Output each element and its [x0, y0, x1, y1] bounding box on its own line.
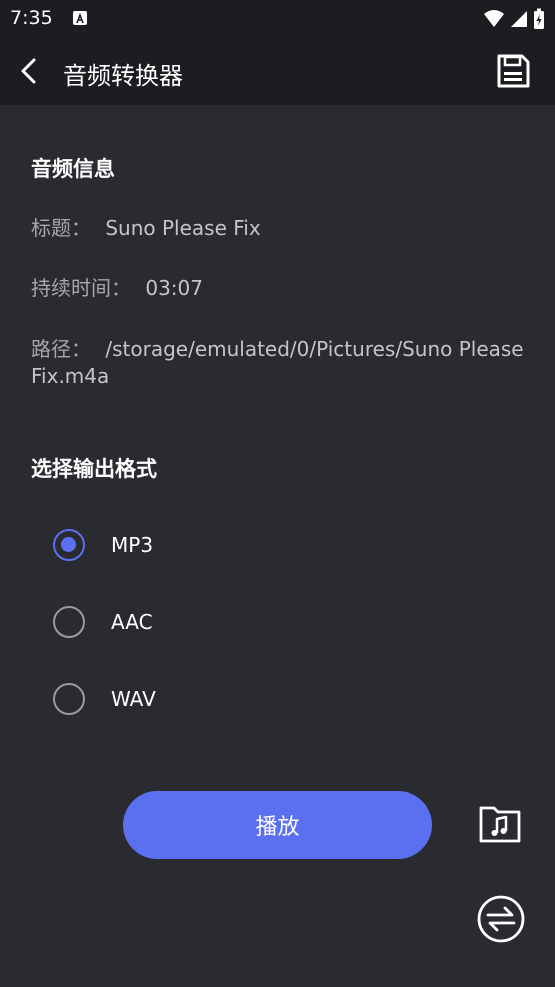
- format-label-aac: AAC: [111, 610, 153, 634]
- page-title: 音频转换器: [63, 62, 183, 90]
- title-label: 标题：: [31, 216, 91, 240]
- format-option-wav[interactable]: WAV: [53, 682, 156, 716]
- floppy-disk-icon: [497, 54, 530, 88]
- swap-arrows-icon: [477, 895, 525, 943]
- radio-aac[interactable]: [53, 606, 85, 638]
- screen: 7:35 音频转换器 音频信息 标题： Suno Please Fix 持续时间…: [0, 0, 555, 987]
- radio-mp3[interactable]: [53, 529, 85, 561]
- duration-row: 持续时间： 03:07: [31, 275, 531, 302]
- duration-value: 03:07: [145, 276, 203, 300]
- convert-button[interactable]: [475, 893, 527, 945]
- title-row: 标题： Suno Please Fix: [31, 215, 531, 242]
- path-label: 路径：: [31, 337, 91, 361]
- format-label-mp3: MP3: [111, 533, 154, 557]
- wifi-icon: [484, 10, 504, 27]
- audio-info-heading: 音频信息: [31, 157, 115, 181]
- music-folder-button[interactable]: [478, 803, 522, 845]
- path-value: /storage/emulated/0/Pictures/Suno Please…: [31, 337, 524, 388]
- play-button[interactable]: 播放: [123, 791, 432, 859]
- format-option-aac[interactable]: AAC: [53, 605, 153, 639]
- save-button[interactable]: [494, 52, 532, 90]
- music-folder-icon: [479, 806, 521, 843]
- status-time: 7:35: [10, 7, 53, 29]
- status-bar: 7:35: [0, 0, 555, 38]
- format-label-wav: WAV: [111, 687, 156, 711]
- format-option-mp3[interactable]: MP3: [53, 528, 153, 562]
- status-icons: [483, 8, 545, 30]
- signal-icon: [511, 11, 527, 27]
- back-button[interactable]: [14, 55, 46, 87]
- path-row: 路径： /storage/emulated/0/Pictures/Suno Pl…: [31, 336, 531, 390]
- app-bar: 音频转换器: [0, 38, 555, 105]
- output-format-heading: 选择输出格式: [31, 457, 157, 481]
- radio-wav[interactable]: [53, 683, 85, 715]
- duration-label: 持续时间：: [31, 276, 131, 300]
- notification-a-icon: [73, 11, 87, 25]
- title-value: Suno Please Fix: [105, 216, 261, 240]
- chevron-left-icon: [21, 58, 36, 84]
- battery-icon: [534, 8, 544, 29]
